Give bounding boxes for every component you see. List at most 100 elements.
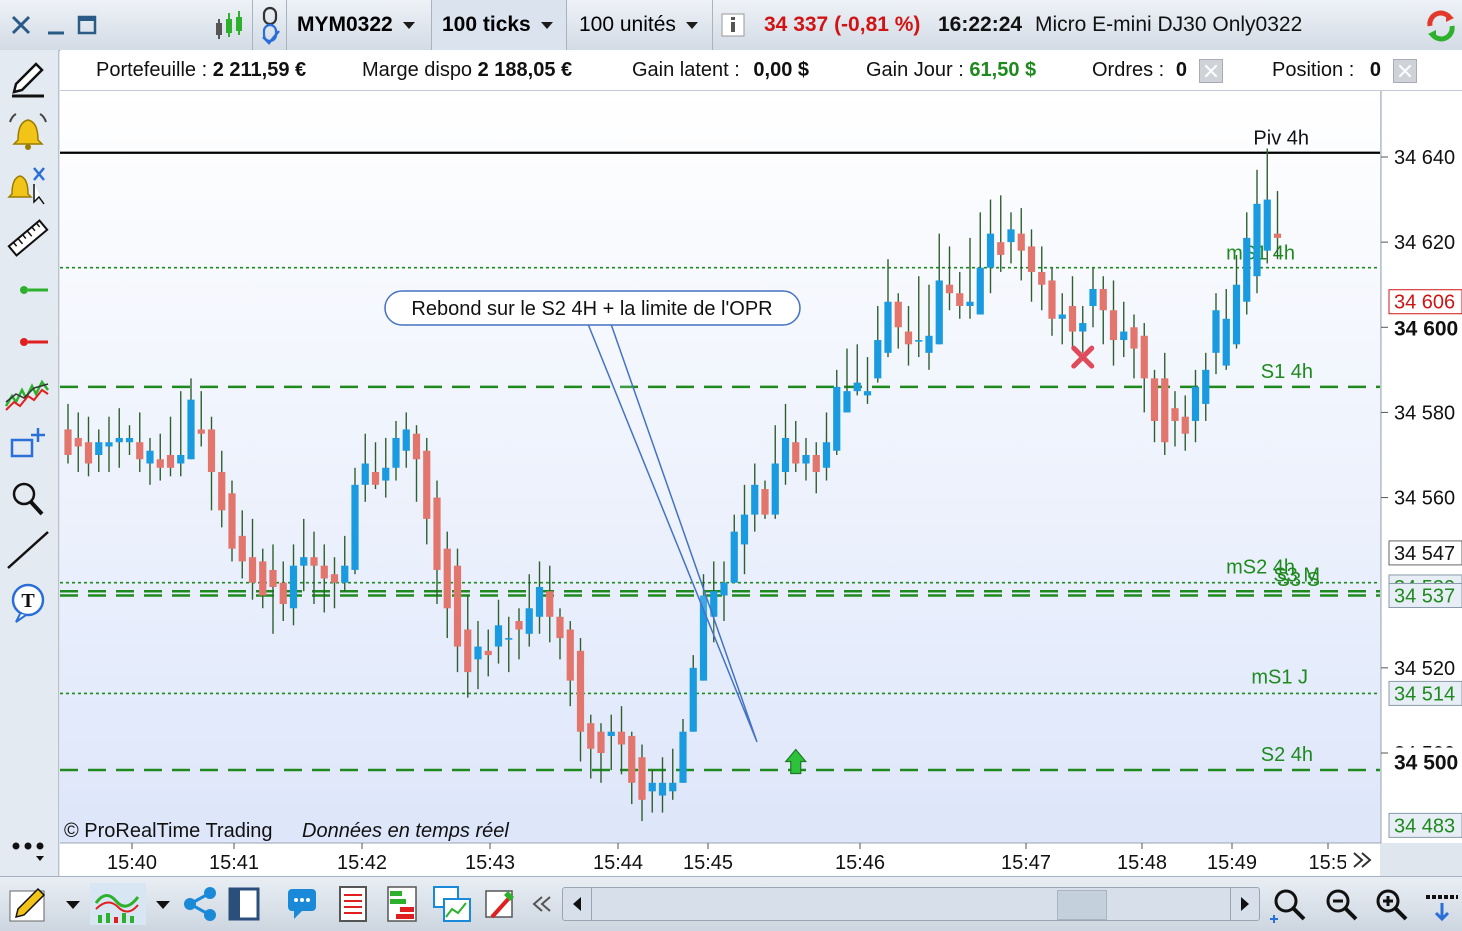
- candle-body: [730, 531, 738, 583]
- price-chart[interactable]: Piv 4hmS1 4hS1 4hmS2 4hS3 SS3 MmS1 JS2 4…: [0, 0, 1462, 930]
- multi-chart-icon[interactable]: [432, 883, 472, 925]
- pencil-tool-icon[interactable]: [4, 883, 52, 925]
- candle-body: [1150, 378, 1159, 421]
- indicator-chart-icon[interactable]: [90, 883, 146, 925]
- candle-body: [351, 484, 359, 570]
- candle-body: [720, 582, 728, 596]
- candle-body: [1273, 233, 1282, 238]
- candle-body: [812, 455, 820, 473]
- zoom-out-icon[interactable]: [1320, 883, 1360, 925]
- candle-body: [587, 723, 595, 749]
- candle-body: [1171, 408, 1179, 421]
- price-axis: [1381, 91, 1462, 843]
- scroll-right-icon[interactable]: [1346, 846, 1380, 874]
- x-tick-label: 15:42: [337, 852, 387, 874]
- zoom-fit-icon[interactable]: [1268, 883, 1308, 925]
- x-tick-label: 15:45: [683, 852, 733, 874]
- candle-body: [904, 331, 913, 345]
- x-tick-label: 15:46: [835, 852, 885, 874]
- candle-body: [628, 735, 636, 783]
- candle-body: [915, 340, 923, 342]
- candle-body: [392, 437, 400, 468]
- candle-body: [74, 437, 82, 447]
- price-tag[interactable]: 34 606: [1388, 289, 1462, 315]
- candle-body: [474, 646, 482, 660]
- copyright-text: © ProRealTime Trading: [64, 820, 273, 842]
- candle-body: [187, 399, 195, 460]
- candle-body: [679, 731, 687, 783]
- candle-body: [874, 340, 882, 379]
- price-tag-label: 34 514: [1394, 683, 1455, 705]
- chevron-down-icon[interactable]: [60, 883, 86, 925]
- candle-body: [740, 514, 749, 545]
- price-tag[interactable]: 34 547: [1388, 540, 1462, 566]
- x-tick-label: 15:41: [209, 852, 259, 874]
- candle-body: [166, 455, 175, 468]
- horizontal-scrollbar[interactable]: [562, 887, 1260, 921]
- candle-body: [525, 608, 533, 634]
- double-left-icon[interactable]: [528, 883, 556, 925]
- candle-body: [648, 782, 656, 792]
- candle-body: [1027, 246, 1036, 272]
- chevron-down-icon[interactable]: [150, 883, 176, 925]
- x-tick-label: 15:47: [1001, 852, 1051, 874]
- candle-body: [279, 582, 287, 604]
- realtime-text: Données en temps réel: [302, 820, 509, 842]
- scroll-thumb[interactable]: [1057, 890, 1107, 920]
- candle-body: [259, 561, 267, 596]
- candle-body: [136, 442, 144, 460]
- candle-body: [566, 629, 574, 681]
- candle-body: [617, 731, 626, 745]
- scroll-left-button[interactable]: [563, 888, 592, 920]
- candle-body: [371, 472, 380, 485]
- price-tag-label: 34 537: [1394, 585, 1455, 607]
- candle-body: [218, 472, 226, 511]
- candle-body: [382, 467, 390, 481]
- candle-body: [1068, 306, 1077, 332]
- price-tag[interactable]: 34 514: [1388, 680, 1462, 706]
- candle-body: [177, 455, 185, 464]
- price-highlight-label: 34 500: [1394, 752, 1458, 775]
- share-icon[interactable]: [180, 883, 220, 925]
- candle-body: [986, 233, 995, 268]
- report-icon[interactable]: [334, 883, 374, 925]
- candle-body: [146, 450, 154, 464]
- candle-body: [228, 493, 236, 549]
- candle-body: [853, 382, 861, 392]
- candle-body: [576, 650, 585, 732]
- candle-body: [546, 591, 554, 617]
- candle-body: [771, 463, 779, 515]
- layout-icon[interactable]: [224, 883, 264, 925]
- orderbook-icon[interactable]: [382, 883, 422, 925]
- candle-body: [156, 459, 164, 468]
- candle-body: [822, 442, 831, 468]
- settings-icon[interactable]: [482, 883, 522, 925]
- candle-body: [1017, 233, 1025, 251]
- price-tag[interactable]: 34 483: [1388, 812, 1462, 838]
- candle-body: [453, 565, 462, 647]
- vertical-scale-icon[interactable]: [1422, 883, 1462, 925]
- comment-icon[interactable]: [284, 883, 324, 925]
- candle-body: [597, 731, 605, 753]
- candle-body: [484, 650, 492, 656]
- candle-body: [751, 484, 759, 515]
- candle-body: [248, 557, 257, 583]
- zoom-in-icon[interactable]: [1370, 883, 1410, 925]
- y-tick-label: 34 560: [1394, 488, 1455, 510]
- candle-body: [1263, 199, 1271, 251]
- x-tick-label: 15:48: [1117, 852, 1167, 874]
- y-tick-label: 34 520: [1394, 658, 1455, 680]
- candle-body: [423, 450, 431, 519]
- candle-body: [761, 489, 769, 515]
- price-tag[interactable]: 34 537: [1388, 582, 1462, 608]
- scroll-right-button[interactable]: [1230, 888, 1259, 920]
- candle-body: [433, 497, 441, 570]
- candle-body: [402, 429, 410, 451]
- candle-body: [863, 391, 872, 396]
- candle-body: [1058, 314, 1066, 319]
- candle-body: [535, 586, 544, 617]
- candle-body: [607, 731, 615, 736]
- candle-body: [781, 437, 790, 473]
- x-tick-label: 15:49: [1207, 852, 1257, 874]
- candle-body: [320, 565, 328, 579]
